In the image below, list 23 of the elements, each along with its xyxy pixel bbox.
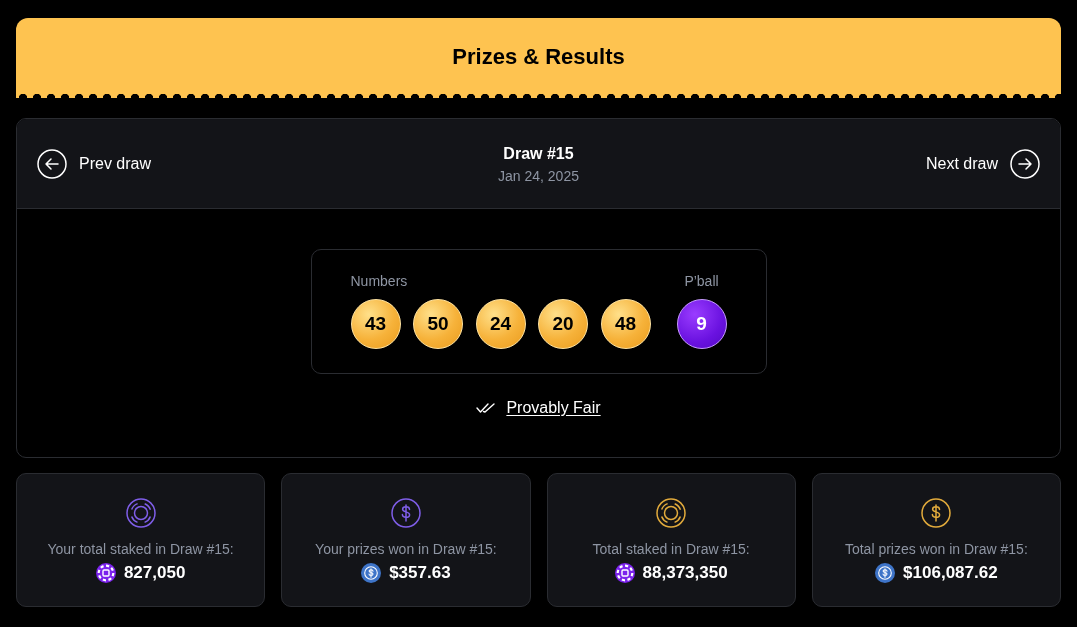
provably-fair-link[interactable]: Provably Fair <box>506 396 601 420</box>
stat-label: Your prizes won in Draw #15: <box>315 540 497 559</box>
chip-token-icon <box>95 563 116 583</box>
stat-label: Total prizes won in Draw #15: <box>844 540 1028 559</box>
page-title: Prizes & Results <box>452 42 625 71</box>
dollar-coin-icon <box>875 563 896 583</box>
right-arrow-circle-icon <box>1010 148 1040 179</box>
chip-token-icon <box>614 563 635 583</box>
dollar-coin-icon <box>361 563 382 583</box>
draw-title: Draw #15 <box>503 143 574 164</box>
stat-label: Your total staked in Draw #15: <box>47 540 234 559</box>
stat-value: $357.63 <box>389 562 451 584</box>
double-check-icon <box>476 403 496 413</box>
prev-draw-button[interactable]: Prev draw <box>37 148 152 179</box>
stat-label: Total staked in Draw #15: <box>592 540 750 559</box>
stat-value: 88,373,350 <box>642 562 728 584</box>
next-draw-button[interactable]: Next draw <box>925 148 1040 179</box>
left-arrow-circle-icon <box>37 148 67 179</box>
stat-value: $106,087.62 <box>903 562 998 584</box>
draw-date: Jan 24, 2025 <box>498 166 579 186</box>
stat-value: 827,050 <box>123 562 186 584</box>
powerball-label: P’ball <box>684 272 719 291</box>
numbers-label: Numbers <box>350 272 408 291</box>
